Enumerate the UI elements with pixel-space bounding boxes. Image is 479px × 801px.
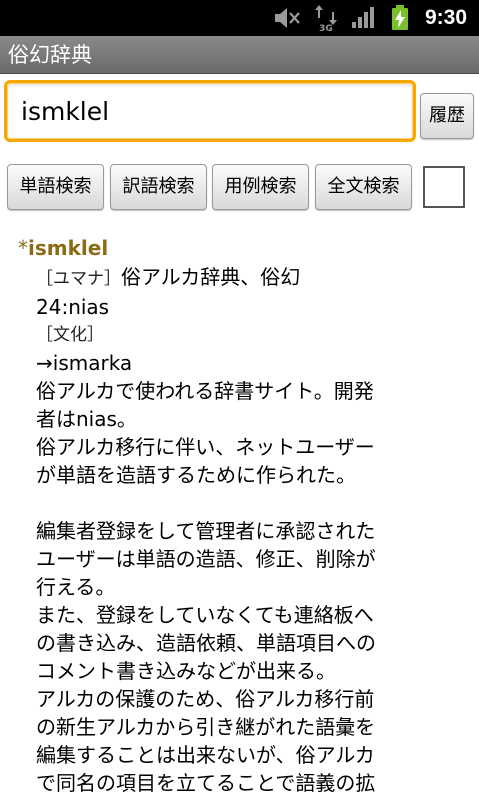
fulltext-search-button[interactable]: 全文検索	[315, 164, 412, 210]
mute-icon	[275, 8, 300, 28]
translation-line: ［ユマナ］俗アルカ辞典、俗幻	[36, 263, 466, 293]
reference-link[interactable]: →ismarka	[36, 349, 466, 377]
headword-star: *	[18, 236, 28, 260]
headword[interactable]: *ismklel	[18, 233, 468, 263]
translation-text: 俗アルカ辞典、俗幻	[121, 265, 301, 289]
description-line: 者はnias。	[36, 407, 137, 431]
description-line: アルカの保護のため、俗アルカ移行前	[36, 687, 375, 711]
description-line: の新生アルカから引き継がれた語彙を	[36, 715, 376, 739]
word-search-button[interactable]: 単語検索	[7, 164, 104, 210]
description-line: の書き込み、造語依頼、単語項目への	[36, 631, 376, 655]
description-line	[36, 489, 466, 517]
search-input[interactable]	[4, 80, 416, 142]
entry-description: 俗アルカで使われる辞書サイト。開発 者はnias。俗アルカ移行に伴い、ネットユーザ…	[36, 377, 466, 797]
option-checkbox[interactable]	[423, 166, 465, 208]
description-line: ユーザーは単語の造語、修正、削除が	[36, 547, 376, 571]
title-bar: 俗幻辞典	[0, 36, 479, 74]
description-line: コメント書き込みなどが出来る。	[36, 659, 336, 683]
dictionary-entry: *ismklel ［ユマナ］俗アルカ辞典、俗幻 24:nias ［文化］ →is…	[18, 233, 468, 795]
translation-search-button[interactable]: 訳語検索	[110, 164, 207, 210]
description-line: で同名の項目を立てることで語義の拡	[36, 771, 376, 795]
example-search-button[interactable]: 用例検索	[212, 164, 309, 210]
clock: 9:30	[425, 6, 468, 29]
signal-icon	[352, 7, 374, 28]
description-line: 行える。	[36, 575, 116, 599]
battery-charging-icon	[392, 5, 408, 30]
culture-tag: ［文化］	[36, 325, 104, 345]
headword-text: ismklel	[28, 236, 109, 260]
description-line: 編集者登録をして管理者に承認された	[36, 519, 376, 543]
usage-tag: ［ユマナ］	[36, 269, 121, 289]
app-title: 俗幻辞典	[8, 43, 92, 67]
description-line: 俗アルカ移行に伴い、ネットユーザー	[36, 435, 375, 459]
description-line: また、登録をしていなくても連絡板へ	[36, 603, 374, 627]
description-line: 編集することは出来ないが、俗アルカ	[36, 743, 375, 767]
info-line: 24:nias	[36, 295, 110, 319]
svg-text:3G: 3G	[319, 24, 333, 34]
status-bar: 3G 9:30	[0, 0, 479, 36]
description-line: 俗アルカで使われる辞書サイト。開発	[36, 379, 374, 403]
description-line: が単語を造語するために作られた。	[36, 463, 356, 487]
entry-body: ［ユマナ］俗アルカ辞典、俗幻 24:nias ［文化］ →ismarka 俗アル…	[36, 263, 466, 797]
3g-icon: 3G	[315, 5, 337, 34]
history-button[interactable]: 履歴	[420, 93, 474, 139]
